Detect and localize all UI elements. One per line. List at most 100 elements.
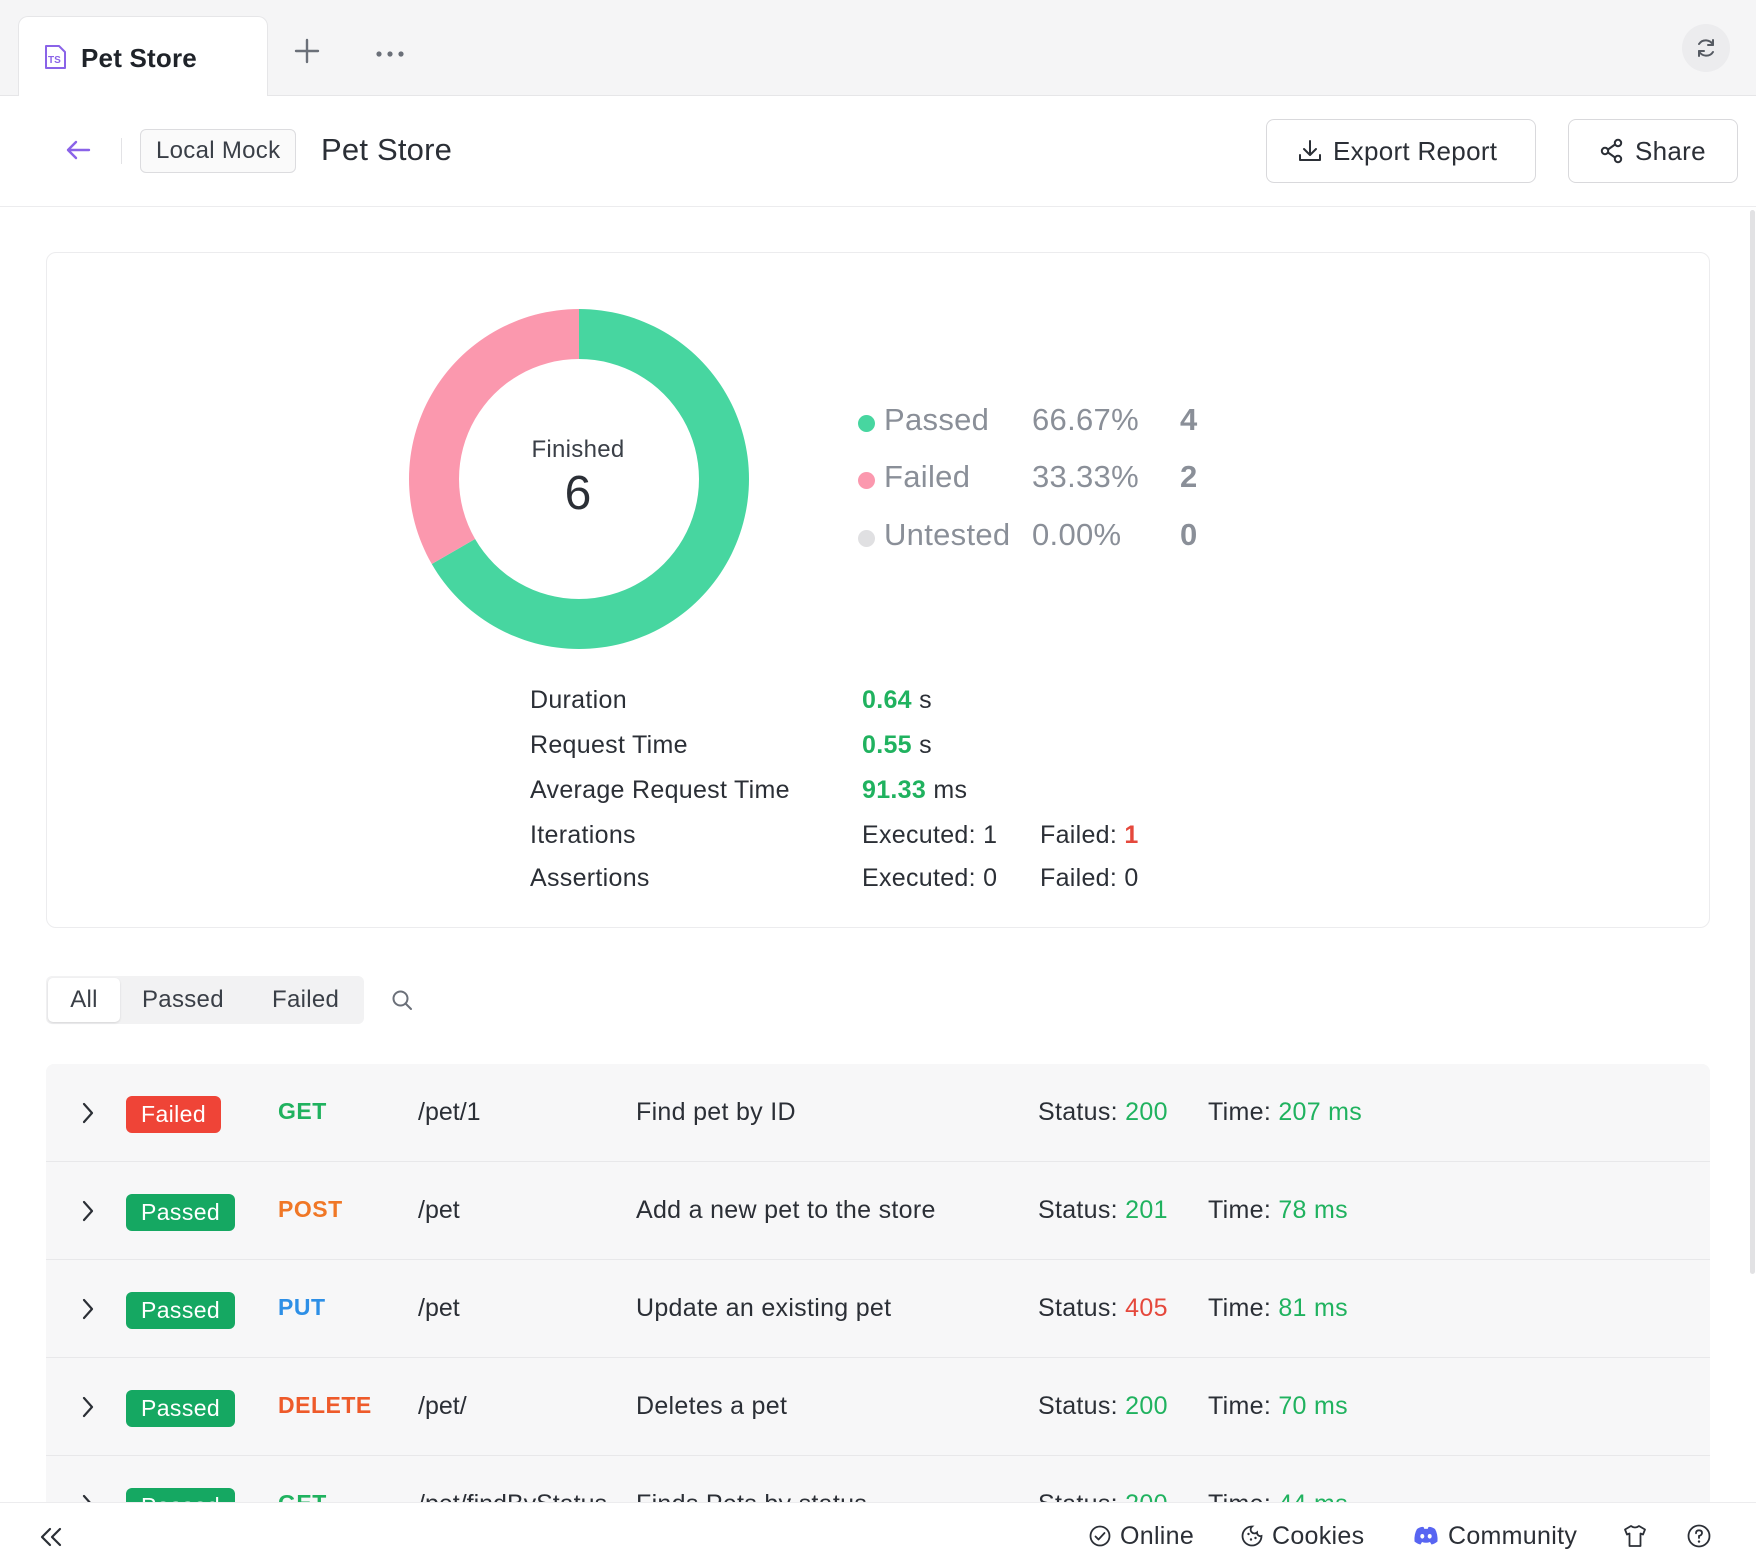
endpoint-path: /pet/1 (418, 1098, 481, 1126)
back-arrow-icon[interactable] (62, 134, 94, 166)
http-method: PUT (278, 1294, 326, 1320)
status-code: 200 (1125, 1392, 1168, 1420)
response-time: Time: 44 ms (1208, 1490, 1348, 1502)
legend-dot-untested (858, 530, 875, 547)
request-time-number: 0.55 (862, 731, 912, 759)
result-badge: Passed (126, 1194, 236, 1231)
community-link[interactable]: Community (1412, 1521, 1577, 1551)
plus-icon[interactable] (292, 36, 322, 66)
download-icon (1299, 140, 1321, 161)
endpoint-path: /pet/ (418, 1392, 467, 1420)
duration-label: Duration (530, 686, 627, 714)
average-request-time-unit: ms (933, 776, 968, 804)
divider (121, 138, 122, 164)
cookies-button[interactable]: Cookies (1240, 1521, 1364, 1551)
discord-icon (1414, 1526, 1438, 1545)
result-row[interactable]: Passed POST/pet Add a new pet to the store… (46, 1162, 1710, 1260)
svg-text:TS: TS (48, 55, 61, 66)
online-label: Online (1120, 1521, 1195, 1550)
endpoint-description: Update an existing pet (636, 1294, 892, 1322)
response-time: Time: 78 ms (1208, 1196, 1348, 1225)
more-icon[interactable] (372, 36, 408, 66)
online-status[interactable]: Online (1088, 1521, 1194, 1551)
time-label: Time: (1208, 1294, 1272, 1322)
endpoint-description: Deletes a pet (636, 1392, 788, 1420)
filter-all[interactable]: All (48, 978, 120, 1022)
tab-pet-store[interactable]: TS Pet Store (18, 16, 268, 97)
chevron-right-icon[interactable] (80, 1394, 96, 1420)
environment-badge: Local Mock (140, 129, 297, 173)
filter-failed[interactable]: Failed (272, 976, 339, 1024)
refresh-button[interactable] (1682, 24, 1730, 72)
legend-percent: 33.33% (1032, 459, 1139, 494)
legend-name: Failed (884, 459, 971, 494)
chevron-right-icon[interactable] (80, 1492, 96, 1502)
result-badge: Failed (126, 1096, 222, 1133)
result-row[interactable]: Passed PUT/pet Update an existing pet Statu… (46, 1260, 1710, 1358)
time-value: 207 ms (1278, 1098, 1363, 1126)
help-icon[interactable] (1686, 1523, 1712, 1549)
time-label: Time: (1208, 1392, 1272, 1420)
http-method: GET (278, 1098, 327, 1124)
iterations-failed-label: Failed: (1040, 821, 1118, 849)
legend-count: 2 (1180, 459, 1198, 494)
result-row[interactable]: Passed GET/pet/findByStatus Finds Pets by … (46, 1456, 1710, 1502)
tshirt-icon[interactable] (1622, 1523, 1648, 1549)
legend-count: 0 (1180, 517, 1198, 552)
endpoint-description: Finds Pets by status (636, 1490, 867, 1502)
result-row[interactable]: Failed GET/pet/1 Find pet by ID Status: 200… (46, 1064, 1710, 1162)
http-method: DELETE (278, 1392, 372, 1418)
donut-total: 6 (564, 467, 592, 520)
status-code: 200 (1125, 1098, 1168, 1126)
share-button[interactable]: Share (1568, 119, 1738, 183)
average-request-time-number: 91.33 (862, 776, 927, 804)
export-report-label: Export Report (1333, 135, 1498, 166)
filter-passed[interactable]: Passed (142, 976, 224, 1024)
result-badge: Passed (126, 1390, 236, 1427)
time-label: Time: (1208, 1490, 1271, 1502)
time-value: 81 ms (1278, 1294, 1348, 1322)
result-badge: Passed (126, 1488, 236, 1502)
time-label: Time: (1208, 1196, 1272, 1224)
iterations-label: Iterations (530, 821, 636, 849)
response-time: Time: 207 ms (1208, 1098, 1362, 1127)
response-time: Time: 81 ms (1208, 1294, 1348, 1323)
chevron-right-icon[interactable] (80, 1100, 96, 1126)
scrollbar[interactable] (1750, 210, 1755, 1274)
iterations-executed: Executed: 1 (862, 821, 998, 849)
search-icon[interactable] (390, 988, 414, 1012)
assertions-label: Assertions (530, 864, 650, 892)
chevron-right-icon[interactable] (80, 1198, 96, 1224)
endpoint-description: Add a new pet to the store (636, 1196, 936, 1224)
response-status: Status: 405 (1038, 1294, 1168, 1323)
response-status: Status: 200 (1038, 1490, 1168, 1502)
share-icon (1600, 138, 1623, 164)
cookie-icon (1241, 1525, 1263, 1547)
assertions-failed: Failed: 0 (1040, 864, 1139, 893)
response-status: Status: 200 (1038, 1098, 1168, 1127)
duration-unit: s (919, 686, 932, 714)
collapse-sidebar-icon[interactable] (38, 1525, 64, 1549)
request-time-label: Request Time (530, 731, 688, 759)
chevron-right-icon[interactable] (80, 1296, 96, 1322)
legend-percent: 66.67% (1032, 402, 1139, 437)
legend-name: Untested (884, 517, 1011, 552)
donut-center-label: Finished (531, 436, 625, 463)
http-method: POST (278, 1196, 343, 1222)
refresh-icon (1698, 39, 1714, 57)
time-value: 78 ms (1278, 1196, 1348, 1224)
result-row[interactable]: Passed DELETE/pet/Deletes a pet Status: 20… (46, 1358, 1710, 1456)
iterations-failed: Failed: 1 (1040, 821, 1139, 850)
endpoint-path: /pet (418, 1294, 460, 1322)
report-header: Local Mock Pet Store Export Report Share (0, 96, 1756, 207)
response-status: Status: 200 (1038, 1392, 1168, 1421)
time-value: 44 ms (1278, 1490, 1348, 1502)
export-report-button[interactable]: Export Report (1266, 119, 1536, 183)
time-value: 70 ms (1278, 1392, 1348, 1420)
share-label: Share (1635, 135, 1706, 166)
legend-percent: 0.00% (1032, 517, 1122, 552)
response-time: Time: 70 ms (1208, 1392, 1348, 1421)
status-label: Status: (1038, 1098, 1118, 1126)
status-code: 201 (1125, 1196, 1168, 1224)
status-label: Status: (1038, 1392, 1118, 1420)
